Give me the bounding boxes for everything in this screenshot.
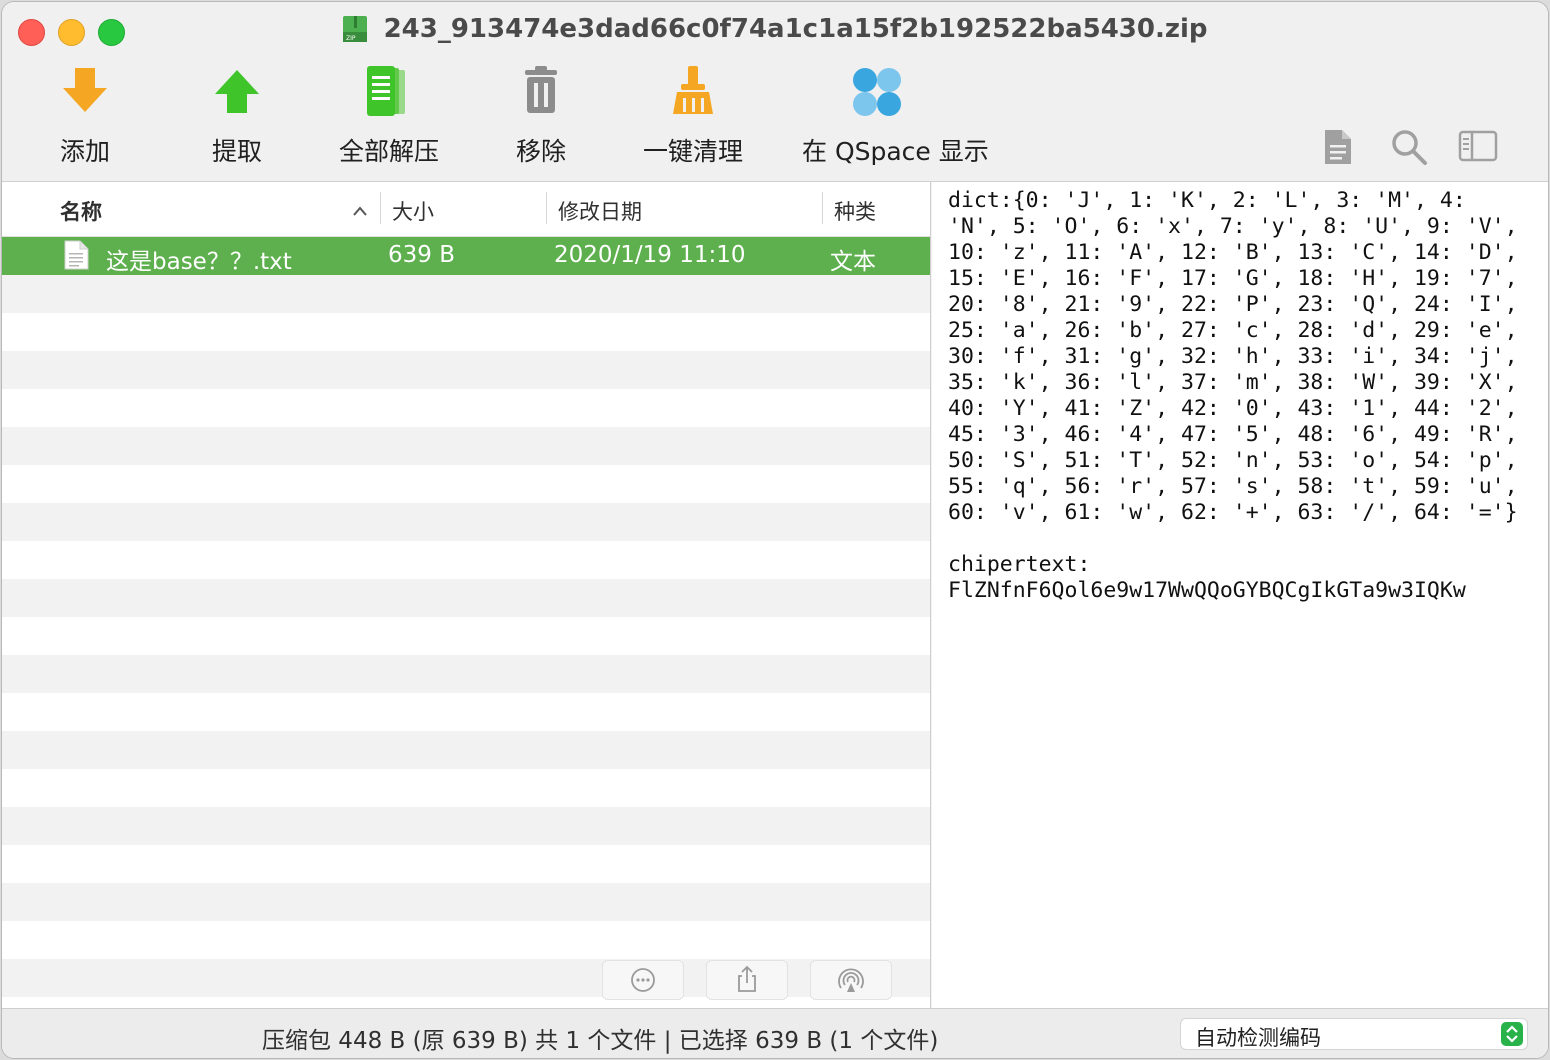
empty-row: [2, 541, 930, 579]
empty-row: [2, 731, 930, 769]
preview-document-button[interactable]: [1322, 128, 1354, 168]
window-title: 243_913474e3dad66c0f74a1c1a15f2b192522ba…: [383, 14, 1208, 44]
column-divider[interactable]: [380, 192, 381, 224]
preview-text: dict:{0: 'J', 1: 'K', 2: 'L', 3: 'M', 4:…: [948, 188, 1518, 603]
updown-chevron-icon: [1501, 1022, 1523, 1046]
empty-row: [2, 883, 930, 921]
qspace-icon: [847, 62, 907, 122]
empty-row: [2, 275, 930, 313]
quick-clean-button[interactable]: 一键清理: [618, 62, 768, 172]
extract-all-button-label: 全部解压: [338, 137, 439, 166]
trash-icon: [511, 62, 571, 122]
broom-icon: [663, 62, 723, 122]
empty-row: [2, 959, 930, 997]
encoding-select[interactable]: 自动检测编码: [1180, 1018, 1528, 1050]
empty-row: [2, 693, 930, 731]
extract-all-icon: [359, 62, 419, 122]
zip-file-icon: ZIP: [342, 15, 368, 43]
empty-row: [2, 617, 930, 655]
status-bar: 压缩包 448 B (原 639 B) 共 1 个文件 | 已选择 639 B …: [2, 1008, 1548, 1058]
empty-row: [2, 579, 930, 617]
file-name: 这是base？？.txt: [106, 249, 292, 275]
add-arrow-down-icon: [55, 62, 115, 122]
empty-row: [2, 921, 930, 959]
file-rows: 这是base？？.txt 639 B 2020/1/19 11:10 文本: [2, 237, 930, 1008]
title-bar: ZIP 243_913474e3dad66c0f74a1c1a15f2b1925…: [2, 14, 1548, 48]
airdrop-icon: [838, 968, 864, 992]
file-size: 639 B: [388, 242, 455, 268]
text-file-icon: [62, 240, 90, 276]
column-size-header[interactable]: 大小: [392, 196, 434, 226]
show-in-qspace-button[interactable]: 在 QSpace 显示: [802, 62, 989, 172]
empty-row: [2, 313, 930, 351]
extract-button-label: 提取: [211, 137, 262, 166]
empty-row: [2, 655, 930, 693]
column-modified-header[interactable]: 修改日期: [558, 196, 642, 226]
remove-button[interactable]: 移除: [466, 62, 616, 172]
document-icon: [1325, 130, 1351, 164]
column-name-header[interactable]: 名称: [60, 196, 102, 226]
file-modified: 2020/1/19 11:10: [554, 242, 746, 268]
share-button[interactable]: [706, 960, 788, 1000]
empty-row: [2, 351, 930, 389]
toolbar-area: ZIP 243_913474e3dad66c0f74a1c1a15f2b1925…: [2, 2, 1548, 182]
empty-row: [2, 465, 930, 503]
quick-clean-button-label: 一键清理: [642, 137, 743, 166]
search-icon: [1392, 130, 1427, 165]
search-button[interactable]: [1390, 128, 1428, 168]
empty-row: [2, 769, 930, 807]
column-divider[interactable]: [822, 192, 823, 224]
extract-all-button[interactable]: 全部解压: [314, 62, 464, 172]
more-button[interactable]: [602, 960, 684, 1000]
extract-button[interactable]: 提取: [162, 62, 312, 172]
file-kind: 文本: [830, 249, 876, 275]
toggle-sidebar-button[interactable]: [1458, 128, 1498, 168]
extract-arrow-up-icon: [207, 62, 267, 122]
file-preview-panel: dict:{0: 'J', 1: 'K', 2: 'L', 3: 'M', 4:…: [932, 182, 1548, 1008]
remove-button-label: 移除: [515, 137, 566, 166]
share-icon: [738, 965, 756, 992]
empty-row: [2, 845, 930, 883]
airdrop-button[interactable]: [810, 960, 892, 1000]
empty-row: [2, 807, 930, 845]
column-kind-header[interactable]: 种类: [834, 196, 876, 226]
svg-text:ZIP: ZIP: [346, 35, 356, 42]
column-divider[interactable]: [546, 192, 547, 224]
empty-row: [2, 503, 930, 541]
add-button[interactable]: 添加: [10, 62, 160, 172]
show-in-qspace-label: 在 QSpace 显示: [802, 137, 989, 166]
app-window: ZIP 243_913474e3dad66c0f74a1c1a15f2b1925…: [2, 2, 1548, 1058]
table-row[interactable]: 这是base？？.txt 639 B 2020/1/19 11:10 文本: [2, 237, 930, 275]
sidebar-icon: [1458, 130, 1498, 162]
add-button-label: 添加: [59, 137, 110, 166]
empty-row: [2, 427, 930, 465]
empty-row: [2, 997, 930, 1008]
empty-row: [2, 389, 930, 427]
file-list-panel: 名称 大小 修改日期 种类 这是base？？.txt 639 B 2020/1/…: [2, 182, 931, 1008]
archive-summary: 压缩包 448 B (原 639 B) 共 1 个文件 | 已选择 639 B …: [262, 1028, 939, 1054]
more-icon: [631, 968, 655, 992]
encoding-label: 自动检测编码: [1195, 1026, 1321, 1050]
sort-ascending-icon[interactable]: [352, 198, 368, 222]
column-header: 名称 大小 修改日期 种类: [2, 182, 930, 237]
